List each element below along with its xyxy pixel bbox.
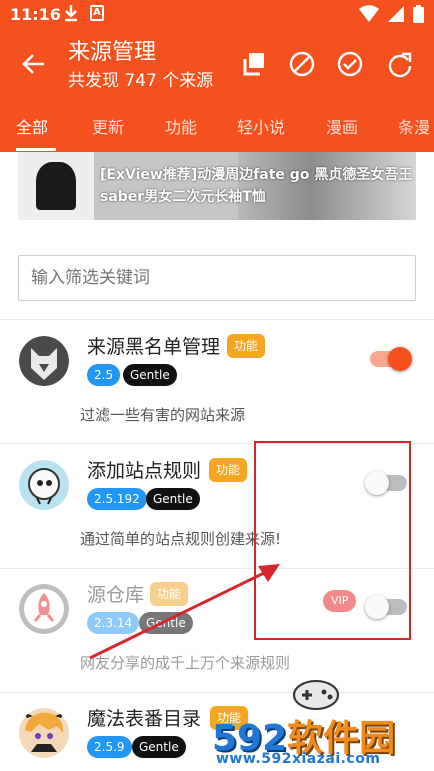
enable-toggle[interactable]: [368, 342, 412, 376]
version-badge: 2.5.9: [87, 736, 132, 758]
source-name: 来源黑名单管理: [87, 336, 221, 358]
tab-updates[interactable]: 更新: [92, 114, 124, 138]
status-bar: 11:16 A: [0, 0, 434, 30]
source-item-blacklist[interactable]: 来源黑名单管理 功能 2.5 Gentle 过滤一些有害的网站来源: [0, 322, 434, 446]
source-description: 过滤一些有害的网站来源: [80, 406, 246, 424]
app-bar: 来源管理 共发现 747 个来源: [0, 30, 434, 100]
tab-comic[interactable]: 漫画: [326, 114, 358, 138]
wolf-icon: [19, 336, 69, 386]
function-badge: 功能: [209, 458, 248, 482]
rocket-icon: [19, 584, 69, 634]
version-badge: 2.5: [87, 364, 121, 386]
block-icon[interactable]: [288, 50, 316, 78]
a-badge-icon: A: [90, 5, 104, 21]
back-arrow-icon[interactable]: [20, 50, 48, 78]
function-badge: 功能: [150, 582, 189, 606]
tab-indicator: [16, 148, 56, 151]
banner-product-image: [18, 152, 94, 220]
license-badge: Gentle: [132, 736, 186, 758]
signal-icon: [388, 6, 404, 22]
check-circle-icon[interactable]: [336, 50, 364, 78]
battery-icon: [413, 5, 424, 23]
page-title: 来源管理: [68, 40, 157, 65]
tab-light-novel[interactable]: 轻小说: [237, 114, 285, 138]
status-time: 11:16: [10, 5, 61, 24]
sheep-icon: [19, 460, 69, 510]
wifi-icon: [359, 5, 379, 22]
source-name: 魔法表番目录: [87, 708, 202, 730]
source-description: 通过简单的站点规则创建来源!: [80, 530, 282, 548]
copy-icon[interactable]: [240, 50, 268, 78]
divider: [0, 319, 434, 320]
version-badge: 2.3.14: [87, 612, 140, 634]
annotation-highlight-box: [254, 441, 411, 640]
function-badge: 功能: [227, 334, 266, 358]
license-badge: Gentle: [123, 364, 177, 386]
banner-text: [ExView推荐]动漫周边fate go 黑贞德圣女吾王saber男女二次元长…: [100, 167, 413, 205]
source-name: 添加站点规则: [87, 460, 202, 482]
download-icon: [65, 5, 77, 22]
ad-banner[interactable]: [ExView推荐]动漫周边fate go 黑贞德圣女吾王saber男女二次元长…: [18, 152, 416, 220]
watermark-url: www.592xiazai.com: [216, 751, 381, 767]
divider: [0, 692, 434, 693]
refresh-icon[interactable]: [386, 50, 414, 78]
license-badge: Gentle: [139, 612, 193, 634]
filter-search-input[interactable]: [18, 255, 416, 301]
source-description: 网友分享的成千上万个来源规则: [80, 654, 291, 672]
license-badge: Gentle: [146, 488, 200, 510]
anime-girl-icon: [19, 708, 69, 758]
category-tabs: 全部 更新 功能 轻小说 漫画 条漫: [0, 100, 434, 152]
tab-function[interactable]: 功能: [165, 114, 197, 138]
version-badge: 2.5.192: [87, 488, 147, 510]
page-subtitle: 共发现 747 个来源: [68, 71, 214, 91]
tab-webtoon[interactable]: 条漫: [398, 114, 430, 138]
tab-all[interactable]: 全部: [16, 114, 48, 138]
watermark-logo: 592软件园 www.592xiazai.com: [212, 680, 434, 771]
gamepad-icon: [293, 680, 339, 710]
source-name: 源仓库: [87, 584, 145, 606]
